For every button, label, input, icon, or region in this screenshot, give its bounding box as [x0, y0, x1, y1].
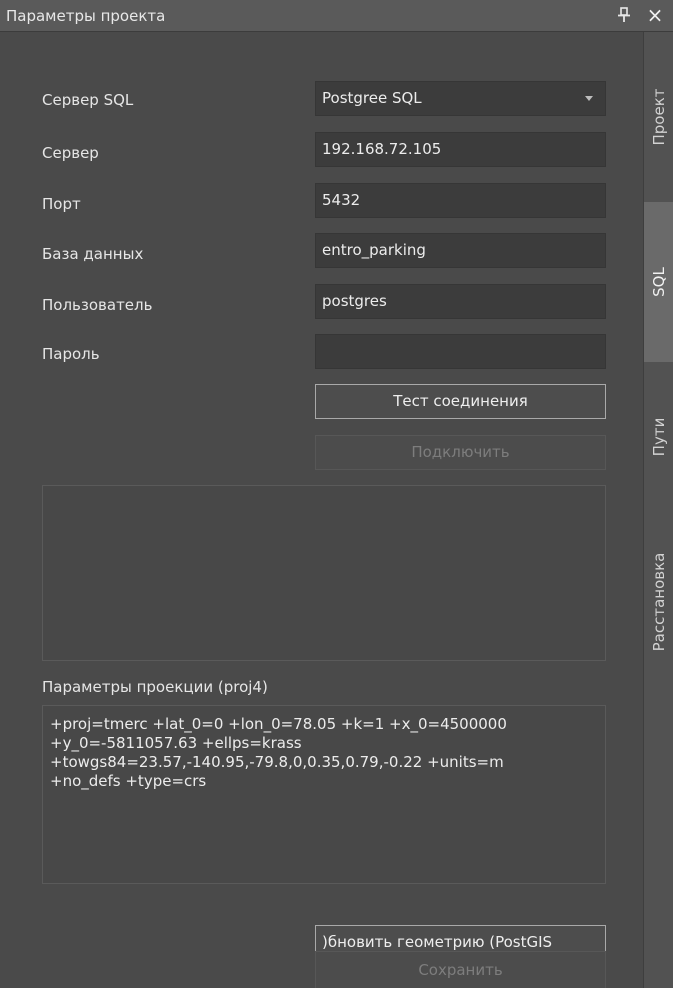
server-input[interactable]: 192.168.72.105	[315, 132, 606, 167]
database-input[interactable]: entro_parking	[315, 233, 606, 268]
sql-settings-panel: Сервер SQL Postgree SQL Сервер 192.168.7…	[0, 32, 643, 988]
port-label: Порт	[42, 195, 81, 213]
tab-sql[interactable]: SQL	[644, 202, 673, 362]
pin-icon[interactable]	[616, 6, 632, 24]
chevron-down-icon	[585, 96, 593, 101]
password-input[interactable]	[315, 334, 606, 369]
save-button[interactable]: Сохранить	[315, 951, 606, 988]
user-input[interactable]: postgres	[315, 284, 606, 319]
tab-sql-label: SQL	[650, 267, 668, 297]
database-label: База данных	[42, 245, 144, 263]
title-bar: Параметры проекта ×	[0, 0, 673, 32]
sql-server-value: Postgree SQL	[322, 89, 422, 107]
port-input[interactable]: 5432	[315, 183, 606, 218]
projection-text: +proj=tmerc +lat_0=0 +lon_0=78.05 +k=1 +…	[50, 715, 507, 790]
tab-project[interactable]: Проект	[644, 32, 673, 202]
connect-button[interactable]: Подключить	[315, 435, 606, 470]
tab-paths[interactable]: Пути	[644, 382, 673, 492]
tab-placement-label: Расстановка	[650, 552, 668, 652]
side-tab-bar: Проект SQL Пути Расстановка	[643, 32, 673, 988]
password-label: Пароль	[42, 345, 100, 363]
tab-project-label: Проект	[650, 88, 668, 146]
tab-placement[interactable]: Расстановка	[644, 512, 673, 692]
server-label: Сервер	[42, 144, 99, 162]
user-label: Пользователь	[42, 296, 153, 314]
sql-server-select[interactable]: Postgree SQL	[315, 81, 606, 116]
projection-label: Параметры проекции (proj4)	[42, 678, 268, 696]
close-icon[interactable]: ×	[644, 4, 666, 26]
test-connection-button[interactable]: Тест соединения	[315, 384, 606, 419]
connection-log-box	[42, 485, 606, 661]
window-title: Параметры проекта	[6, 7, 166, 25]
sql-server-label: Сервер SQL	[42, 91, 134, 109]
tab-paths-label: Пути	[650, 417, 668, 457]
